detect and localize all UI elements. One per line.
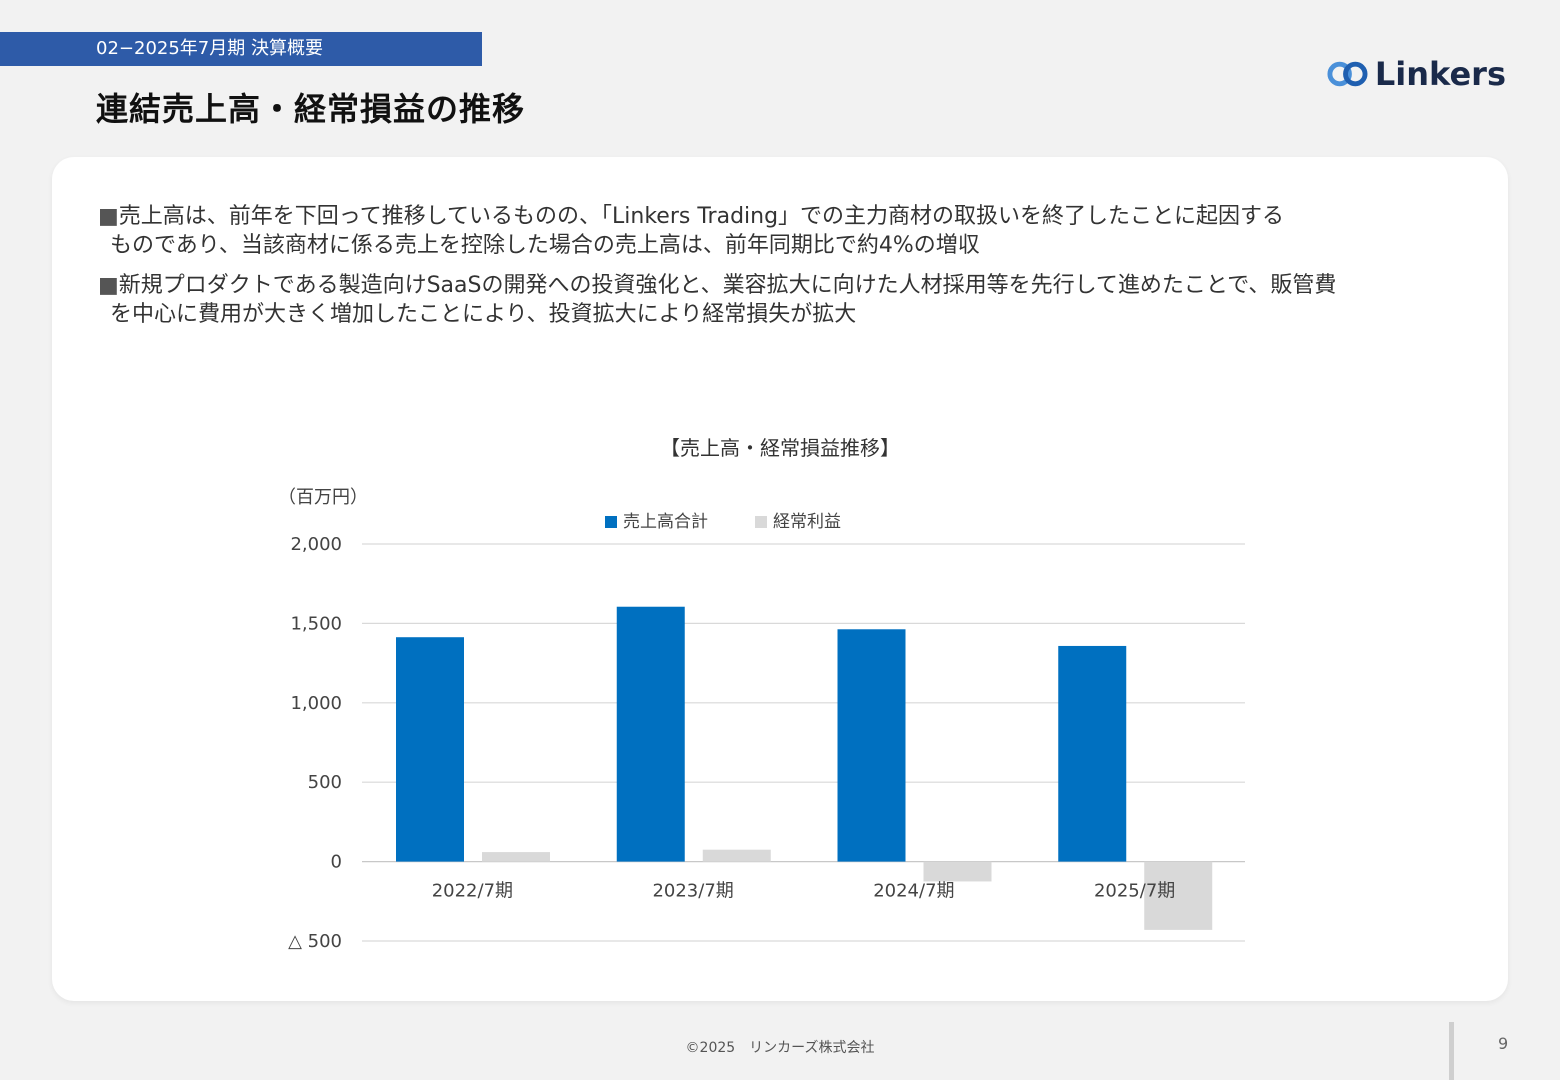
- y-tick-label: 500: [308, 772, 342, 793]
- y-tick-label: 1,500: [290, 613, 342, 634]
- y-tick-label: △ 500: [288, 931, 342, 952]
- legend-label: 売上高合計: [623, 512, 708, 532]
- bar: [837, 629, 906, 862]
- bar: [396, 637, 464, 862]
- sales-profit-bar-chart: 2,000 1,500 1,000 500 0 △ 500 2022/7期 2023/7期 20…: [288, 512, 1245, 952]
- legend-swatch: [755, 516, 767, 528]
- bar: [702, 849, 771, 862]
- x-tick-label: 2023/7期: [652, 881, 733, 902]
- bar: [1058, 645, 1127, 862]
- footer-copyright: ©2025 リンカーズ株式会社: [685, 1040, 875, 1056]
- bar: [482, 852, 550, 862]
- x-tick-label: 2022/7期: [432, 881, 513, 902]
- x-tick-label: 2025/7期: [1094, 881, 1175, 902]
- legend-label: 経常利益: [773, 512, 841, 532]
- page-number: 9: [1498, 1034, 1509, 1053]
- page-divider: [1449, 1022, 1454, 1080]
- bar: [923, 861, 992, 882]
- y-tick-label: 2,000: [290, 534, 342, 555]
- y-tick-label: 0: [331, 852, 342, 873]
- legend-swatch: [605, 516, 617, 528]
- x-tick-label: 2024/7期: [873, 881, 954, 902]
- bar: [616, 606, 685, 862]
- y-tick-label: 1,000: [290, 693, 342, 714]
